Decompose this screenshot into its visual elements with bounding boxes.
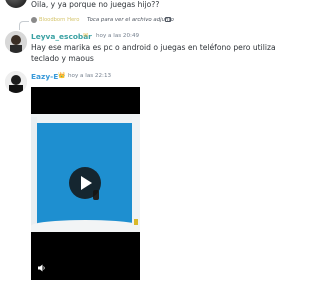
reply-preview-text[interactable]: Toca para ver el archivo adjunto [87,17,174,23]
avatar[interactable] [5,31,27,53]
reply-avatar[interactable] [31,17,37,23]
crown-icon: 👑 [58,72,66,79]
video-frame-snow [31,220,140,232]
reply-connector [19,21,29,30]
play-button[interactable] [69,167,101,199]
play-icon [81,176,92,190]
avatar[interactable] [5,0,27,8]
video-attachment[interactable] [31,87,140,280]
author-name[interactable]: Eazy-E [31,72,58,81]
message-text: Hay ese marika es pc o android o juegas … [31,43,276,63]
video-frame-snow [31,117,37,227]
mail-icon: ✉ [83,32,89,39]
timestamp: hoy a las 22:13 [68,73,112,79]
video-frame-snow [31,114,140,123]
volume-icon[interactable] [38,264,46,272]
avatar[interactable] [5,71,27,93]
video-figure [134,219,138,225]
reply-author[interactable]: Bloodborn Hero [39,17,79,23]
message-text: Oila, y ya porque no juegas hijo?? [31,0,160,9]
image-icon [165,17,171,22]
timestamp: hoy a las 20:49 [96,33,140,39]
video-frame-snow [132,117,140,229]
